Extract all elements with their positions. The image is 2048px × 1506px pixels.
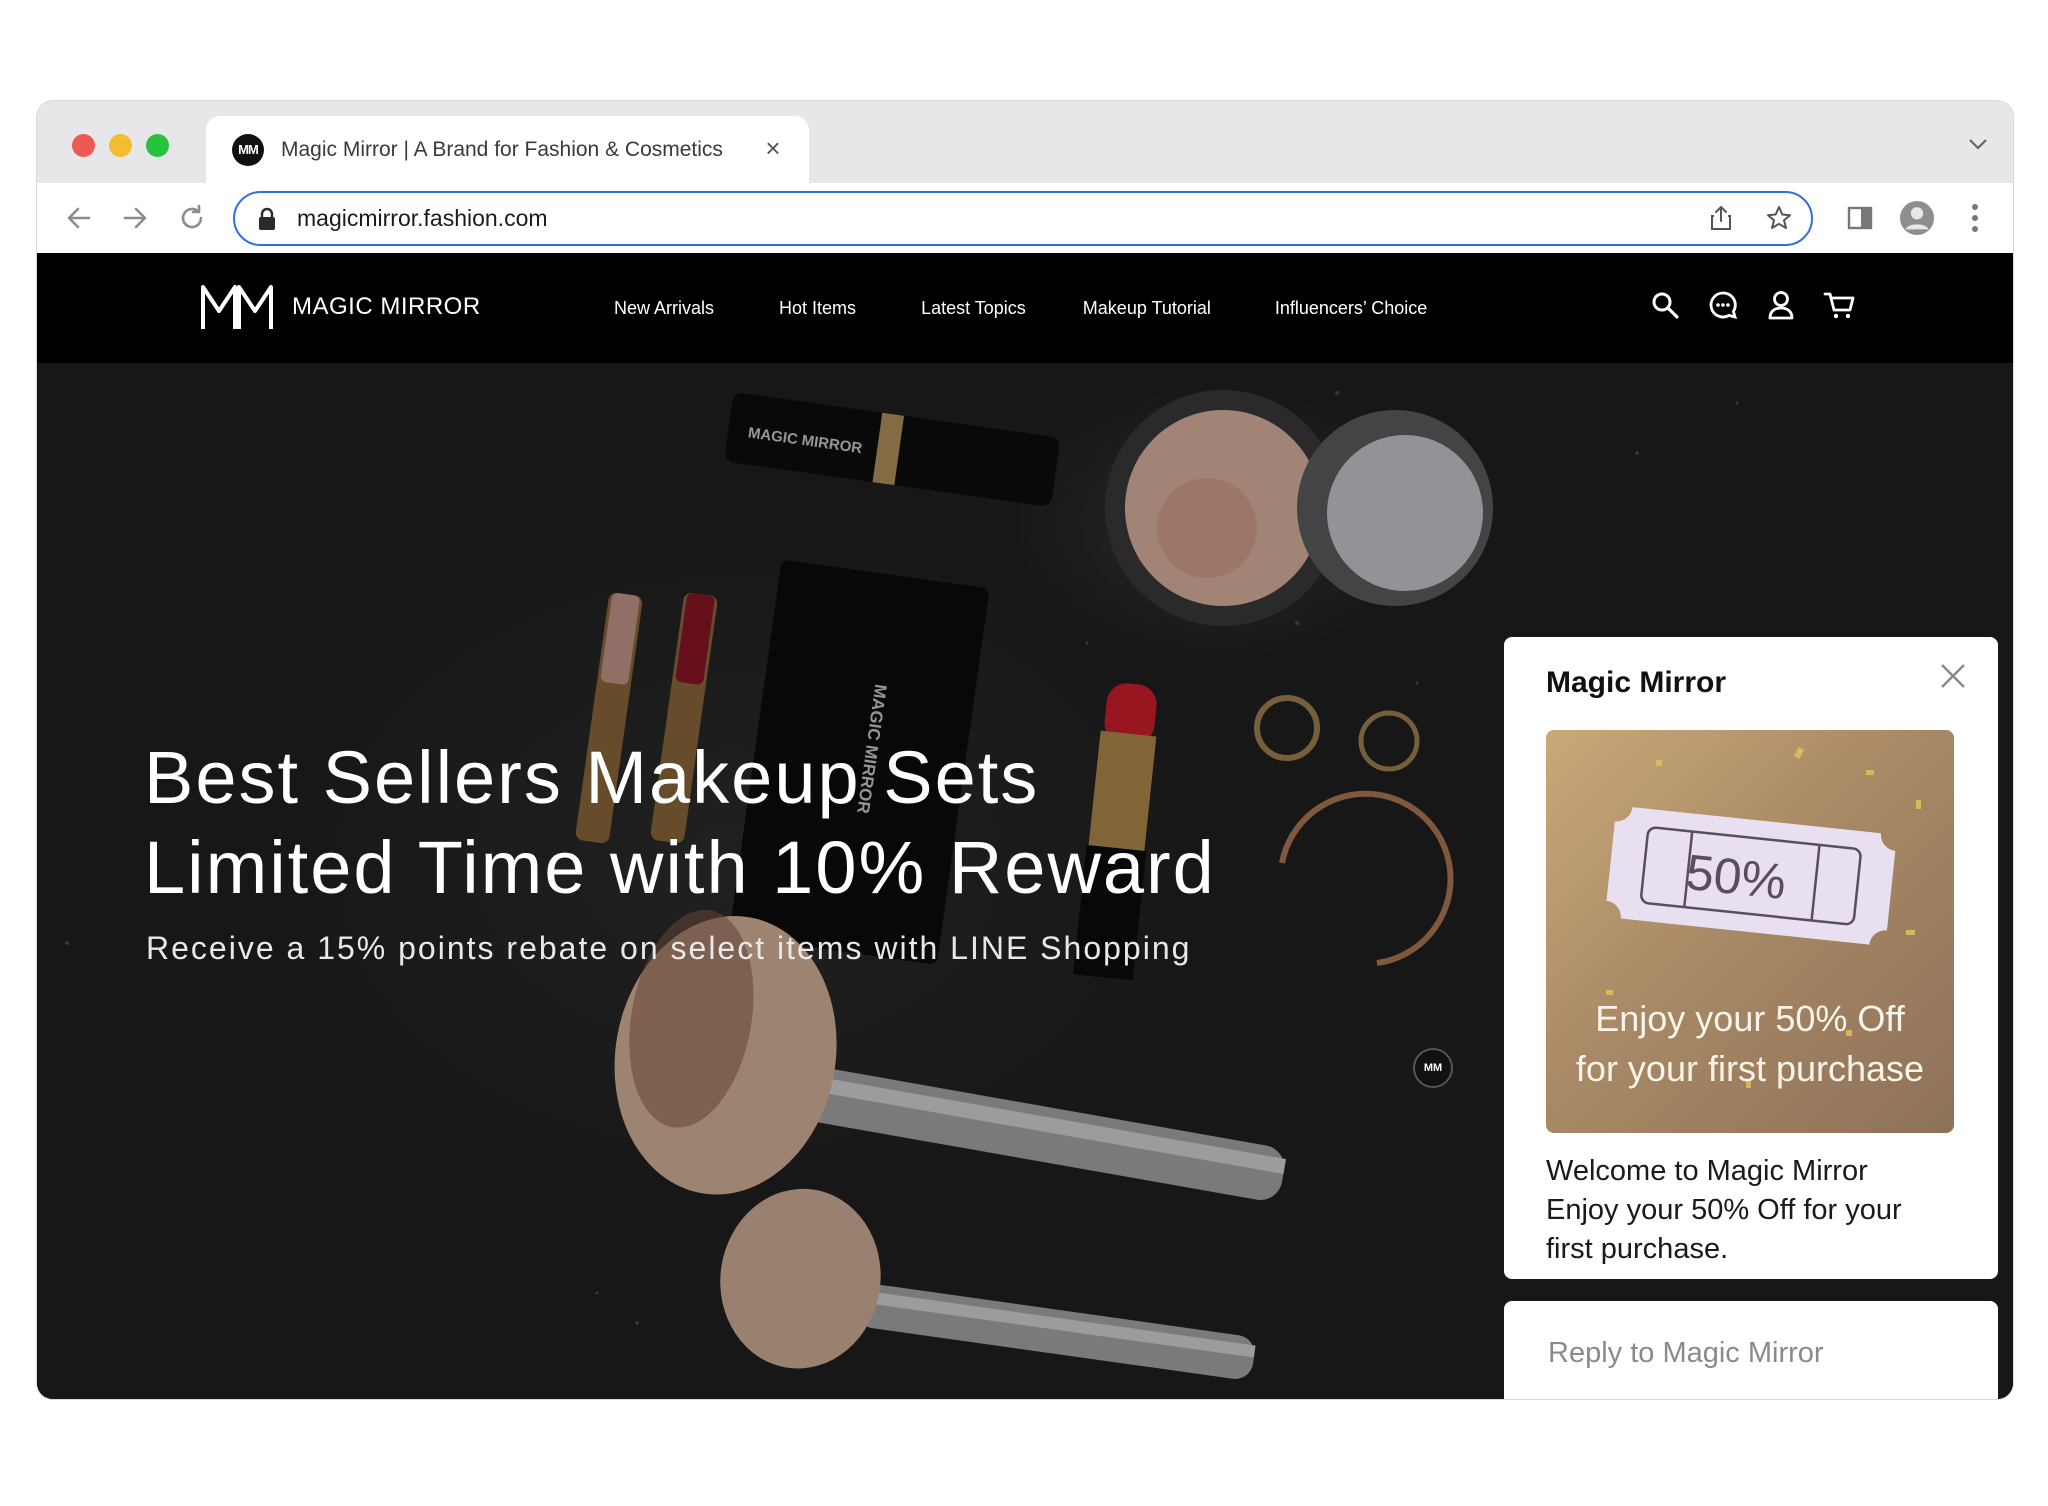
chat-title: Magic Mirror (1546, 666, 1727, 699)
reply-placeholder: Reply to Magic Mirror (1548, 1336, 1824, 1369)
sidebar-toggle-icon[interactable] (1842, 200, 1878, 236)
hero-title: Best Sellers Makeup Sets Limited Time wi… (144, 733, 1216, 913)
hero-title-line-2: Limited Time with 10% Reward (144, 826, 1216, 909)
browser-window: MM Magic Mirror | A Brand for Fashion & … (37, 101, 2013, 1399)
back-arrow-icon[interactable] (61, 200, 97, 236)
chat-message-line-1: Welcome to Magic Mirror (1546, 1155, 1868, 1187)
profile-avatar-icon[interactable] (1899, 200, 1935, 236)
cart-icon[interactable] (1823, 289, 1855, 321)
logo-text: MAGIC MIRROR (292, 293, 481, 320)
tab-favicon-icon: MM (232, 133, 264, 166)
chat-message-line-2: Enjoy your 50% Off for your (1546, 1194, 1902, 1226)
site-logo[interactable]: MAGIC MIRROR (200, 283, 481, 331)
promo-image[interactable]: 50% Enjoy your 50% Off for your first pu… (1546, 730, 1954, 1133)
main-menu: New Arrivals Hot Items Latest Topics Mak… (577, 253, 1427, 363)
reload-icon[interactable] (174, 200, 210, 236)
tab-close-icon[interactable]: × (759, 134, 787, 162)
hero-subtitle: Receive a 15% points rebate on select it… (146, 930, 1192, 966)
hero-title-line-1: Best Sellers Makeup Sets (144, 736, 1040, 819)
mm-logo-icon (201, 285, 273, 329)
url-text: magicmirror.fashion.com (297, 205, 548, 231)
chat-message-line-3: first purchase. (1546, 1233, 1729, 1265)
header-icons (1649, 289, 1855, 321)
site-header: MAGIC MIRROR New Arrivals Hot Items Late… (37, 253, 2013, 363)
share-icon[interactable] (1707, 204, 1735, 232)
close-window-button[interactable] (72, 134, 95, 157)
chat-reply-input[interactable]: Reply to Magic Mirror (1504, 1301, 1998, 1399)
tab-list-chevron-down-icon[interactable] (1967, 133, 1989, 155)
user-icon[interactable] (1765, 289, 1797, 321)
forward-arrow-icon[interactable] (117, 200, 153, 236)
chat-icon[interactable] (1707, 289, 1739, 321)
minimize-window-button[interactable] (109, 134, 132, 157)
chat-avatar: MM (1413, 1048, 1453, 1088)
promo-line-1: Enjoy your 50% Off (1595, 998, 1905, 1039)
bookmark-star-icon[interactable] (1765, 204, 1793, 232)
search-icon[interactable] (1649, 289, 1681, 321)
maximize-window-button[interactable] (146, 134, 169, 157)
lock-icon (259, 207, 275, 230)
web-page: MAGIC MIRROR New Arrivals Hot Items Late… (37, 253, 2013, 1399)
address-bar[interactable]: magicmirror.fashion.com (233, 191, 1813, 246)
menu-item-hot-items[interactable]: Hot Items (779, 298, 856, 319)
menu-item-influencers-choice[interactable]: Influencers’ Choice (1275, 298, 1427, 319)
chat-close-icon[interactable] (1938, 661, 1968, 691)
promo-line-2: for your first purchase (1575, 1048, 1925, 1089)
menu-item-new-arrivals[interactable]: New Arrivals (614, 298, 714, 319)
promo-badge-text: 50% (1683, 843, 1789, 911)
menu-item-makeup-tutorial[interactable]: Makeup Tutorial (1083, 298, 1211, 319)
tab-title: Magic Mirror | A Brand for Fashion & Cos… (281, 137, 723, 161)
browser-tab-active[interactable]: MM Magic Mirror | A Brand for Fashion & … (206, 116, 809, 183)
chat-popup: Magic Mirror 50% Enjoy your 50% Off for … (1504, 637, 1998, 1279)
more-menu-icon[interactable] (1957, 200, 1993, 236)
tab-bar: MM Magic Mirror | A Brand for Fashion & … (37, 101, 2013, 183)
menu-item-latest-topics[interactable]: Latest Topics (921, 298, 1026, 319)
chat-message: Welcome to Magic Mirror Enjoy your 50% O… (1546, 1152, 1966, 1269)
hero-banner: MAGIC MIRROR MAGIC MIRROR Best Sellers M… (37, 363, 2013, 1399)
browser-toolbar: magicmirror.fashion.com (37, 183, 2013, 253)
